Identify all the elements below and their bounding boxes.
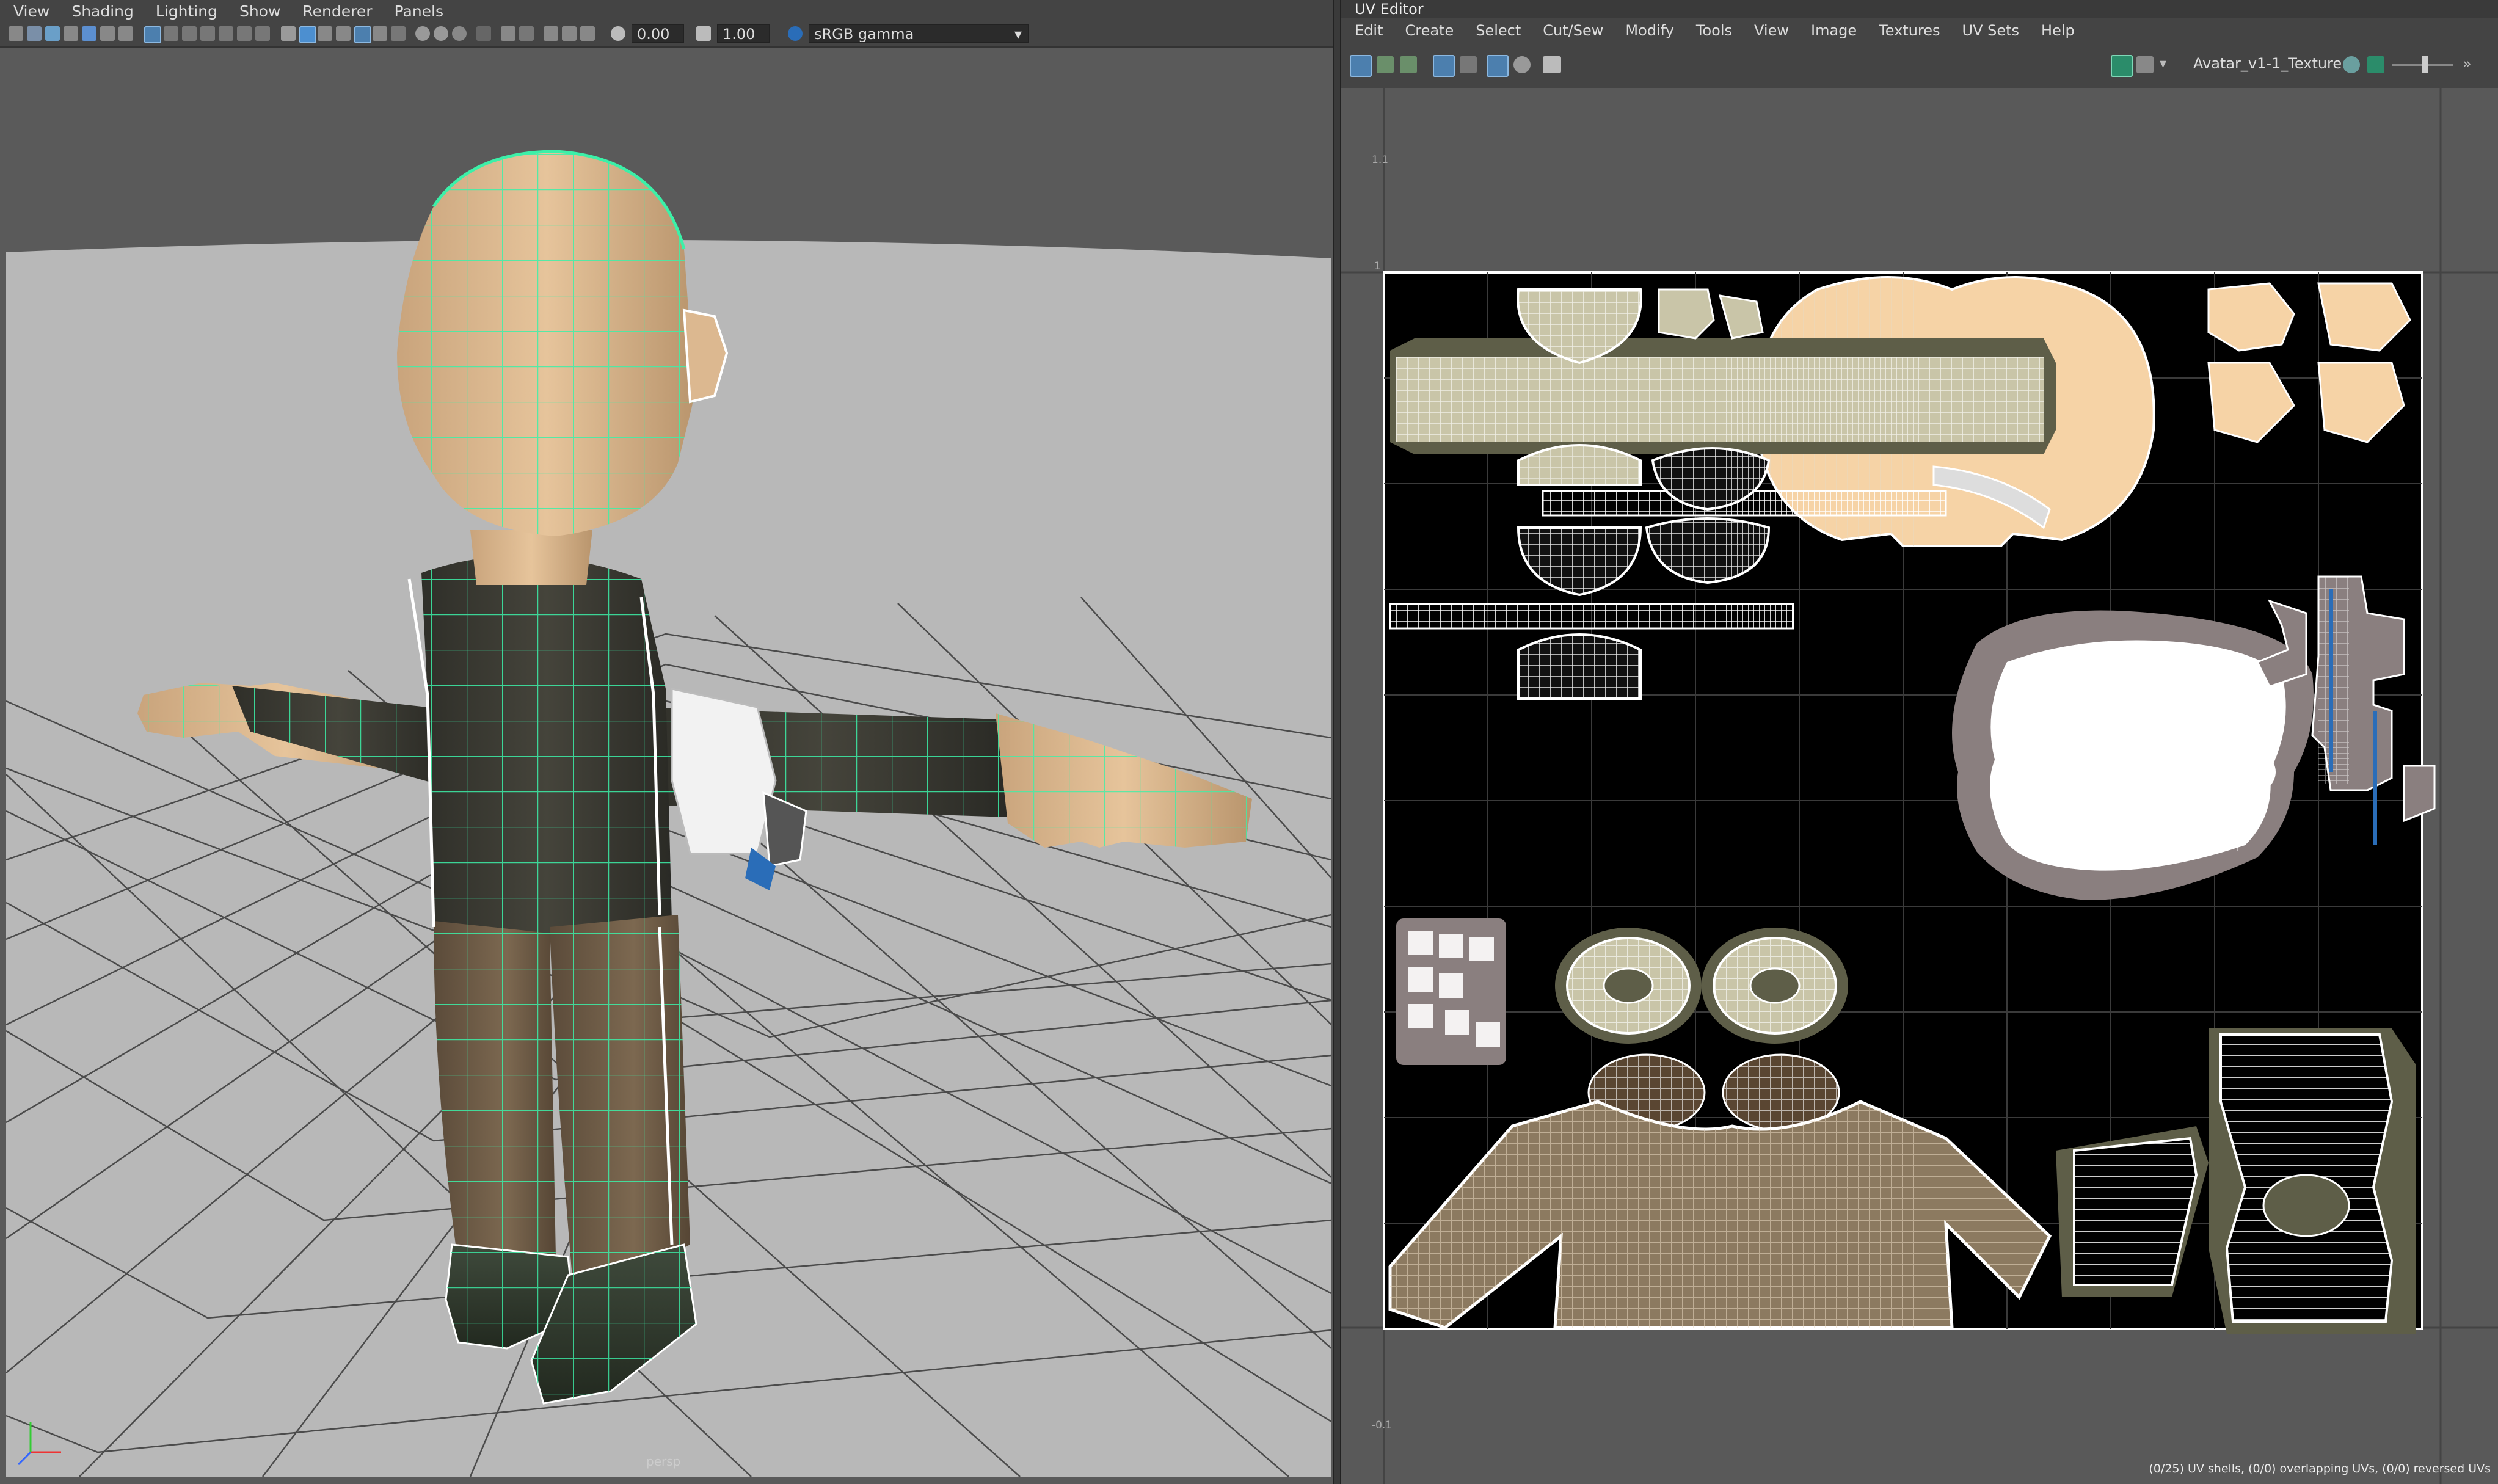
perspective-scene[interactable] xyxy=(6,48,1331,1477)
uv-editor-panel: UV Editor Edit Create Select Cut/Sew Mod… xyxy=(1341,0,2498,1484)
viewport-panel: View Shading Lighting Show Renderer Pane… xyxy=(0,0,1333,1484)
uv-axis-label-top: 1.1 xyxy=(1372,154,1389,166)
expand-toolbar-icon[interactable]: » xyxy=(2463,55,2472,72)
uv-menu-textures[interactable]: Textures xyxy=(1879,22,1940,39)
wireframe-icon[interactable] xyxy=(281,26,296,41)
safe-title-icon[interactable] xyxy=(255,26,270,41)
menu-show[interactable]: Show xyxy=(239,2,280,20)
x-ray-joints-icon[interactable] xyxy=(544,26,558,41)
gate-mask-icon[interactable] xyxy=(200,26,215,41)
textured-icon[interactable] xyxy=(336,26,351,41)
uv-grid-display-icon[interactable] xyxy=(1350,55,1372,77)
shadows-icon[interactable] xyxy=(391,26,406,41)
exposure-field[interactable]: 0.00 xyxy=(632,24,684,43)
shaded-uv-icon[interactable] xyxy=(1377,56,1394,73)
camera-attributes-icon[interactable] xyxy=(27,26,42,41)
uv-menu-create[interactable]: Create xyxy=(1405,22,1454,39)
camera-label: persp xyxy=(646,1454,681,1469)
uv-axis-label-bottom: -0.1 xyxy=(1372,1419,1393,1431)
ambient-occlusion-icon[interactable] xyxy=(415,26,430,41)
view-transform-icon[interactable] xyxy=(82,26,96,41)
panel-divider[interactable] xyxy=(1333,0,1341,1484)
field-chart-icon[interactable] xyxy=(219,26,233,41)
safe-action-icon[interactable] xyxy=(237,26,252,41)
distortion-icon[interactable] xyxy=(1400,56,1417,73)
edit-icon[interactable] xyxy=(118,26,133,41)
texture-name[interactable]: Avatar_v1-1_Texture xyxy=(2193,55,2342,72)
checker-icon[interactable] xyxy=(1460,56,1477,73)
color-space-value: sRGB gamma xyxy=(814,26,914,43)
exposure-slider-handle[interactable] xyxy=(2422,56,2428,73)
lock-camera-icon[interactable] xyxy=(100,26,115,41)
chevron-down-icon[interactable]: ▾ xyxy=(2160,56,2166,71)
x-ray-icon[interactable] xyxy=(519,26,534,41)
uv-axis-label-one: 1 xyxy=(1374,260,1381,272)
uv-canvas[interactable]: 1.1 1 -0.1 (0/25) UV shells, (0/0) overl… xyxy=(1341,88,2498,1484)
chevron-down-icon: ▾ xyxy=(1014,26,1022,43)
uv-status-text: (0/25) UV shells, (0/0) overlapping UVs,… xyxy=(2149,1462,2491,1475)
viewport-toolbar: 0.00 1.00 sRGB gamma ▾ xyxy=(0,22,1333,48)
lights-icon[interactable] xyxy=(373,26,387,41)
uv-borders-icon[interactable] xyxy=(1433,55,1455,77)
uv-menu-modify[interactable]: Modify xyxy=(1625,22,1674,39)
uv-shell-small-cluster[interactable] xyxy=(1396,918,1506,1065)
uv-menu-help[interactable]: Help xyxy=(2041,22,2075,39)
default-material-icon[interactable] xyxy=(318,26,332,41)
resolution-gate-icon[interactable] xyxy=(182,26,197,41)
uv-layout[interactable] xyxy=(1341,88,2498,1484)
image-plane-icon[interactable] xyxy=(64,26,78,41)
anti-aliasing-icon[interactable] xyxy=(452,26,467,41)
backface-icon[interactable] xyxy=(580,26,595,41)
pixel-snap-icon[interactable] xyxy=(1513,56,1531,73)
viewport-menubar: View Shading Lighting Show Renderer Pane… xyxy=(0,0,1333,22)
image-range-icon[interactable] xyxy=(2367,56,2384,73)
uv-menu-uv-sets[interactable]: UV Sets xyxy=(1962,22,2020,39)
isolate-select-icon[interactable] xyxy=(501,26,515,41)
bookmark-icon[interactable] xyxy=(45,26,60,41)
uv-menubar: Edit Create Select Cut/Sew Modify Tools … xyxy=(1341,18,2498,43)
uv-menu-tools[interactable]: Tools xyxy=(1696,22,1732,39)
uv-editor-title: UV Editor xyxy=(1341,0,2498,18)
menu-renderer[interactable]: Renderer xyxy=(302,2,372,20)
menu-view[interactable]: View xyxy=(13,2,49,20)
uv-grid-icon[interactable] xyxy=(1487,55,1509,77)
gamma-icon[interactable] xyxy=(696,26,711,41)
uv-menu-cut-sew[interactable]: Cut/Sew xyxy=(1543,22,1603,39)
exposure-icon[interactable] xyxy=(611,26,625,41)
uv-toolbar: ▾ Avatar_v1-1_Texture » xyxy=(1341,44,2498,87)
menu-panels[interactable]: Panels xyxy=(395,2,443,20)
checker-pattern-icon[interactable] xyxy=(2136,56,2154,73)
wireframe-on-shaded-icon[interactable] xyxy=(354,26,371,43)
smooth-shade-icon[interactable] xyxy=(299,26,316,43)
motion-blur-icon[interactable] xyxy=(434,26,448,41)
grid-icon[interactable] xyxy=(144,26,161,43)
uv-menu-edit[interactable]: Edit xyxy=(1355,22,1383,39)
texture-display-icon[interactable] xyxy=(2111,55,2133,77)
depth-of-field-icon[interactable] xyxy=(476,26,491,41)
uv-menu-view[interactable]: View xyxy=(1754,22,1789,39)
menu-lighting[interactable]: Lighting xyxy=(156,2,217,20)
color-space-select[interactable]: sRGB gamma ▾ xyxy=(809,24,1029,43)
snapshot-icon[interactable] xyxy=(1543,56,1561,73)
color-management-icon[interactable] xyxy=(788,26,803,41)
menu-shading[interactable]: Shading xyxy=(71,2,134,20)
gamma-field[interactable]: 1.00 xyxy=(717,24,770,43)
uv-menu-image[interactable]: Image xyxy=(1811,22,1857,39)
refresh-texture-icon[interactable] xyxy=(2343,56,2360,73)
camera-icon[interactable] xyxy=(9,26,23,41)
uv-menu-select[interactable]: Select xyxy=(1476,22,1521,39)
x-ray-components-icon[interactable] xyxy=(562,26,577,41)
film-gate-icon[interactable] xyxy=(164,26,178,41)
